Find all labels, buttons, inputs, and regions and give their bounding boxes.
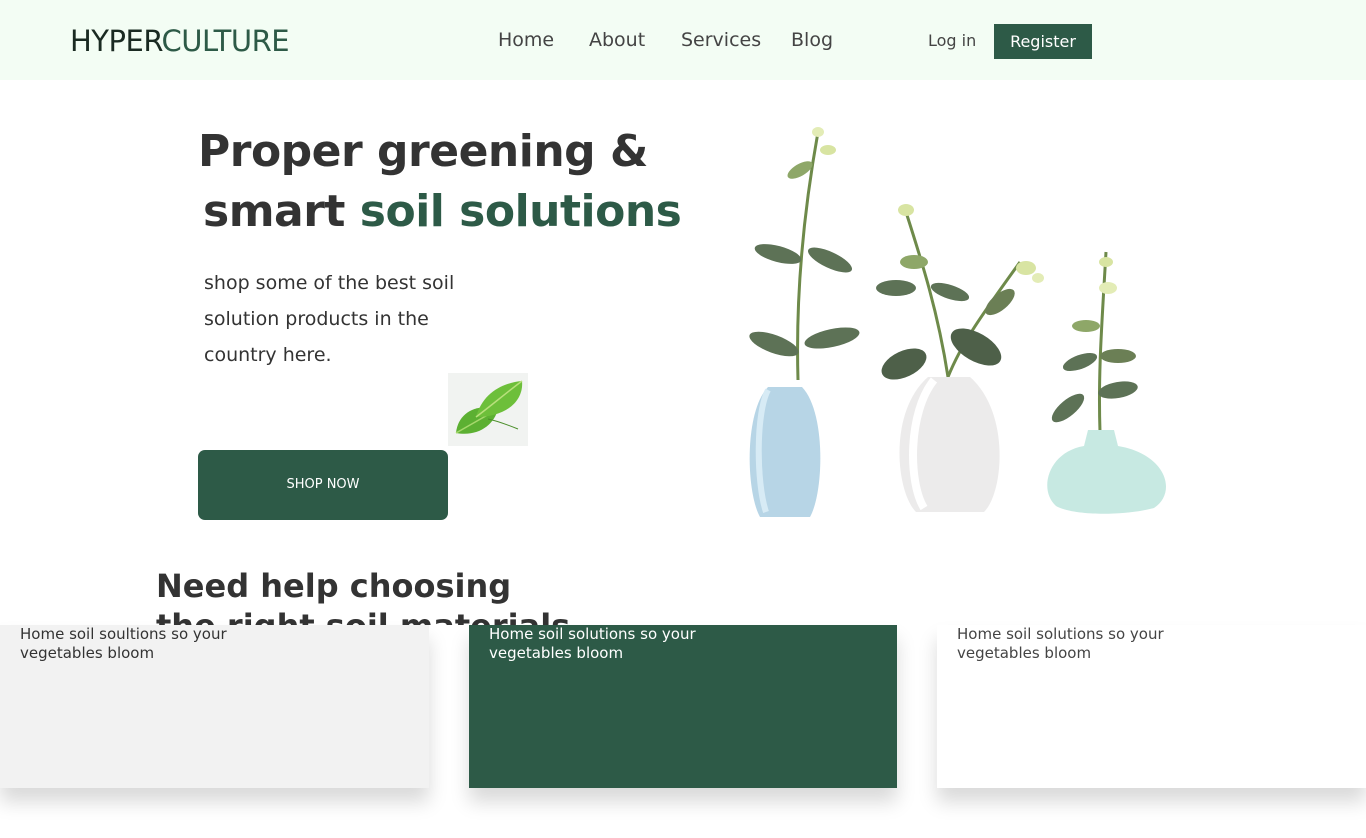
logo[interactable]: HYPERCULTURE: [70, 24, 290, 58]
shop-now-button[interactable]: SHOP NOW: [198, 450, 448, 520]
feature-card-highlighted[interactable]: Home soil solutions so your vegetables b…: [469, 625, 897, 788]
nav-blog-link[interactable]: Blog: [791, 28, 833, 52]
hero-title-plain: smart: [203, 186, 360, 237]
hero-subtitle: shop some of the best soil solution prod…: [204, 272, 455, 366]
nav-services-link[interactable]: Services: [681, 28, 761, 52]
login-link[interactable]: Log in: [928, 31, 976, 51]
feature-card[interactable]: Home soil soultions so your vegetables b…: [0, 625, 429, 788]
hero-title-line1: Proper greening &: [198, 126, 648, 177]
register-button[interactable]: Register: [994, 24, 1092, 59]
nav-home-link[interactable]: Home: [498, 28, 554, 52]
logo-text-dark: HYPER: [70, 24, 162, 58]
feature-card[interactable]: Home soil solutions so your vegetables b…: [937, 625, 1366, 788]
vase-plants-illustration: [738, 112, 1178, 532]
leaf-icon: [448, 373, 528, 446]
logo-text-accent: CULTURE: [161, 24, 290, 58]
section-title: Need help choosing the right soil materi…: [156, 567, 570, 625]
hero-title-accent: soil solutions: [359, 186, 682, 237]
card-text: Home soil soultions so your vegetables b…: [20, 625, 227, 662]
top-navbar: HYPERCULTURE Home About Services Blog Lo…: [0, 0, 1366, 80]
hero-title-line2: smart soil solutions: [198, 182, 682, 242]
card-text: Home soil solutions so your vegetables b…: [957, 625, 1164, 662]
hero-title: Proper greening & smart soil solutions: [198, 122, 682, 242]
card-text: Home soil solutions so your vegetables b…: [489, 625, 696, 662]
nav-about-link[interactable]: About: [589, 28, 645, 52]
